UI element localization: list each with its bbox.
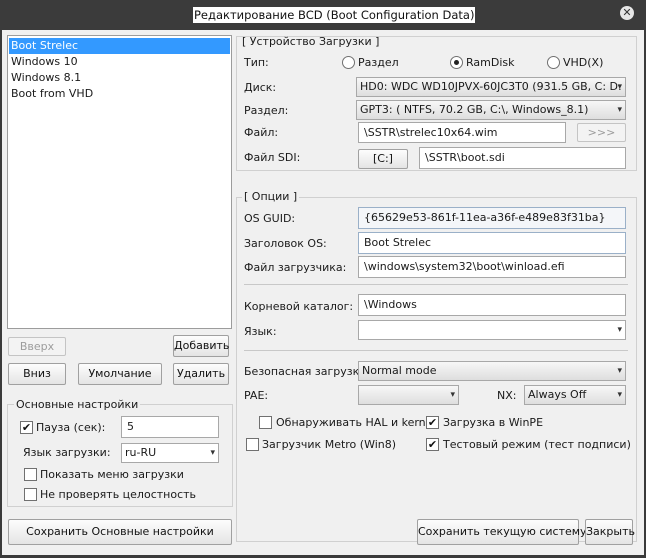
type-partition-radio[interactable] xyxy=(342,56,355,69)
title-bar: Редактирование BCD (Boot Configuration D… xyxy=(0,0,646,30)
close-window-icon[interactable]: ✕ xyxy=(620,6,634,20)
move-up-button[interactable]: Вверх xyxy=(8,337,66,356)
root-dir-input[interactable]: \Windows xyxy=(358,294,626,316)
pause-label: Пауза (сек): xyxy=(36,421,106,434)
basic-settings-title: Основные настройки xyxy=(14,398,141,412)
type-label: Тип: xyxy=(244,56,269,69)
loader-file-input[interactable]: \windows\system32\boot\winload.efi xyxy=(358,256,626,278)
nx-label: NX: xyxy=(497,389,517,402)
metro-loader-label: Загрузчик Metro (Win8) xyxy=(262,438,397,451)
chevron-down-icon: ▾ xyxy=(617,366,622,376)
pause-seconds-input[interactable]: 5 xyxy=(121,416,219,438)
browse-file-button[interactable]: >>> xyxy=(577,123,626,142)
sdi-file-input[interactable]: \SSTR\boot.sdi xyxy=(419,147,626,169)
type-partition-label: Раздел xyxy=(358,56,399,69)
test-mode-label: Тестовый режим (тест подписи) xyxy=(443,438,631,451)
list-item[interactable]: Windows 8.1 xyxy=(9,70,230,86)
show-menu-label: Показать меню загрузки xyxy=(40,468,184,481)
boot-device-title: [ Устройство Загрузки ] xyxy=(242,35,380,48)
divider xyxy=(244,350,628,351)
file-label: Файл: xyxy=(244,126,279,139)
sdi-drive-button[interactable]: [C:] xyxy=(358,149,408,169)
loader-file-label: Файл загрузчика: xyxy=(244,261,347,274)
root-dir-label: Корневой каталог: xyxy=(244,300,354,313)
boot-language-select[interactable]: ru-RU ▾ xyxy=(121,443,219,463)
safe-boot-label: Безопасная загрузка: xyxy=(244,365,370,378)
chevron-down-icon: ▾ xyxy=(617,82,622,92)
metro-loader-checkbox[interactable] xyxy=(246,438,259,451)
chevron-down-icon: ▾ xyxy=(617,390,622,400)
close-button[interactable]: Закрыть xyxy=(585,519,635,545)
os-header-label: Заголовок OS: xyxy=(244,237,327,250)
partition-label: Раздел: xyxy=(244,104,289,117)
add-entry-button[interactable]: Добавить xyxy=(173,335,229,357)
pae-label: PAE: xyxy=(244,389,269,402)
save-basic-settings-button[interactable]: Сохранить Основные настройки xyxy=(8,519,232,545)
nx-select[interactable]: Always Off ▾ xyxy=(524,385,626,405)
boot-language-label: Язык загрузки: xyxy=(23,446,111,459)
safe-boot-value: Normal mode xyxy=(362,364,437,377)
os-header-input[interactable]: Boot Strelec xyxy=(358,232,626,254)
sdi-file-label: Файл SDI: xyxy=(244,151,301,164)
chevron-down-icon: ▾ xyxy=(450,390,455,400)
checkmark-icon: ✔ xyxy=(427,438,438,451)
detect-hal-label: Обнаруживать HAL и kernel xyxy=(276,416,436,429)
show-menu-checkbox[interactable] xyxy=(24,468,37,481)
move-down-button[interactable]: Вниз xyxy=(8,363,66,385)
type-vhd-radio[interactable] xyxy=(547,56,560,69)
pause-checkbox[interactable]: ✔ xyxy=(20,421,33,434)
test-mode-checkbox[interactable]: ✔ xyxy=(426,438,439,451)
boot-entries-list[interactable]: Boot Strelec Windows 10 Windows 8.1 Boot… xyxy=(7,35,232,329)
os-guid-field: {65629e53-861f-11ea-a36f-e489e83f31ba} xyxy=(358,207,626,229)
type-ramdisk-label: RamDisk xyxy=(466,56,515,69)
partition-select[interactable]: GPT3: ( NTFS, 70.2 GB, C:\, Windows_8.1)… xyxy=(356,100,626,120)
list-item[interactable]: Boot Strelec xyxy=(9,38,230,54)
set-default-button[interactable]: Умолчание xyxy=(78,363,162,385)
disk-value: HD0: WDC WD10JPVX-60JC3T0 (931.5 GB, C: … xyxy=(360,80,626,93)
os-guid-label: OS GUID: xyxy=(244,212,296,225)
delete-entry-button[interactable]: Удалить xyxy=(173,363,229,385)
pae-select[interactable]: ▾ xyxy=(358,385,459,405)
chevron-down-icon: ▾ xyxy=(210,448,215,458)
winpe-label: Загрузка в WinPE xyxy=(443,416,544,429)
boot-language-value: ru-RU xyxy=(125,446,157,459)
nx-value: Always Off xyxy=(528,388,587,401)
disk-label: Диск: xyxy=(244,81,277,94)
list-item[interactable]: Boot from VHD xyxy=(9,86,230,102)
options-title: [ Опции ] xyxy=(242,190,300,204)
disk-select[interactable]: HD0: WDC WD10JPVX-60JC3T0 (931.5 GB, C: … xyxy=(356,77,626,97)
os-language-label: Язык: xyxy=(244,325,277,338)
chevron-down-icon: ▾ xyxy=(617,325,622,335)
dialog-client-area: Boot Strelec Windows 10 Windows 8.1 Boot… xyxy=(2,30,644,555)
safe-boot-select[interactable]: Normal mode ▾ xyxy=(358,361,626,381)
list-item[interactable]: Windows 10 xyxy=(9,54,230,70)
type-ramdisk-radio[interactable] xyxy=(450,56,463,69)
bcd-editor-window: Редактирование BCD (Boot Configuration D… xyxy=(0,0,646,558)
checkmark-icon: ✔ xyxy=(427,416,438,429)
type-vhd-label: VHD(X) xyxy=(563,56,604,69)
skip-integrity-checkbox[interactable] xyxy=(24,488,37,501)
detect-hal-checkbox[interactable] xyxy=(259,416,272,429)
save-current-system-button[interactable]: Сохранить текущую систему xyxy=(417,519,587,545)
os-language-select[interactable]: ▾ xyxy=(358,320,626,340)
wim-file-input[interactable]: \SSTR\strelec10x64.wim xyxy=(358,122,566,143)
window-title: Редактирование BCD (Boot Configuration D… xyxy=(193,7,476,23)
chevron-down-icon: ▾ xyxy=(617,105,622,115)
checkmark-icon: ✔ xyxy=(21,421,32,434)
partition-value: GPT3: ( NTFS, 70.2 GB, C:\, Windows_8.1) xyxy=(360,103,589,116)
winpe-checkbox[interactable]: ✔ xyxy=(426,416,439,429)
skip-integrity-label: Не проверять целостность xyxy=(40,488,197,501)
divider xyxy=(244,284,628,285)
